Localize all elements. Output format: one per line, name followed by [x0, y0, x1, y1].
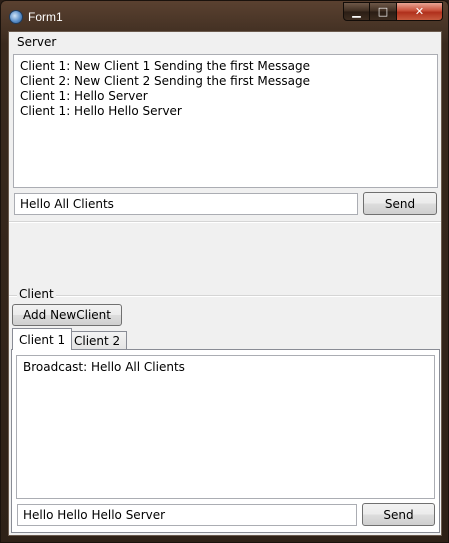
maximize-icon: □ — [377, 5, 389, 18]
tab-client-1[interactable]: Client 1 — [12, 328, 73, 350]
server-group-label: Server — [15, 35, 59, 49]
maximize-button[interactable]: □ — [370, 2, 397, 21]
client-message-input[interactable]: Hello Hello Hello Server — [17, 504, 357, 526]
tab-client-2[interactable]: Client 2 — [67, 331, 128, 350]
server-message-line: Client 2: New Client 2 Sending the first… — [20, 74, 310, 88]
separator — [9, 221, 441, 223]
server-messages-textbox[interactable]: Client 1: New Client 1 Sending the first… — [13, 54, 438, 188]
caption-buttons: ▁ □ ✕ — [343, 2, 443, 21]
client-message-line: Broadcast: Hello All Clients — [23, 360, 185, 374]
client-tab-page: Broadcast: Hello All Clients Hello Hello… — [11, 349, 440, 533]
window-title: Form1 — [28, 10, 63, 24]
close-icon: ✕ — [414, 5, 425, 18]
title-bar[interactable]: Form1 ▁ □ ✕ — [1, 1, 448, 31]
minimize-button[interactable]: ▁ — [343, 2, 370, 21]
server-message-line: Client 1: Hello Server — [20, 89, 148, 103]
form-client-area: Server Client 1: New Client 1 Sending th… — [8, 31, 442, 536]
tab-label: Client 2 — [74, 334, 121, 348]
form1-window: Form1 ▁ □ ✕ Server Client 1: New Client … — [0, 0, 449, 543]
server-message-line: Client 1: New Client 1 Sending the first… — [20, 59, 310, 73]
server-message-line: Client 1: Hello Hello Server — [20, 104, 182, 118]
server-send-button[interactable]: Send — [363, 192, 437, 215]
client-messages-textbox[interactable]: Broadcast: Hello All Clients — [16, 355, 435, 499]
app-icon[interactable] — [9, 10, 23, 24]
add-new-client-button[interactable]: Add NewClient — [12, 304, 122, 326]
client-send-button[interactable]: Send — [362, 503, 435, 526]
minimize-icon: ▁ — [352, 5, 361, 18]
client-group-label: Client — [17, 287, 56, 301]
server-message-input[interactable]: Hello All Clients — [14, 193, 358, 215]
separator — [9, 295, 441, 297]
close-button[interactable]: ✕ — [397, 2, 443, 21]
tab-label: Client 1 — [19, 332, 66, 347]
